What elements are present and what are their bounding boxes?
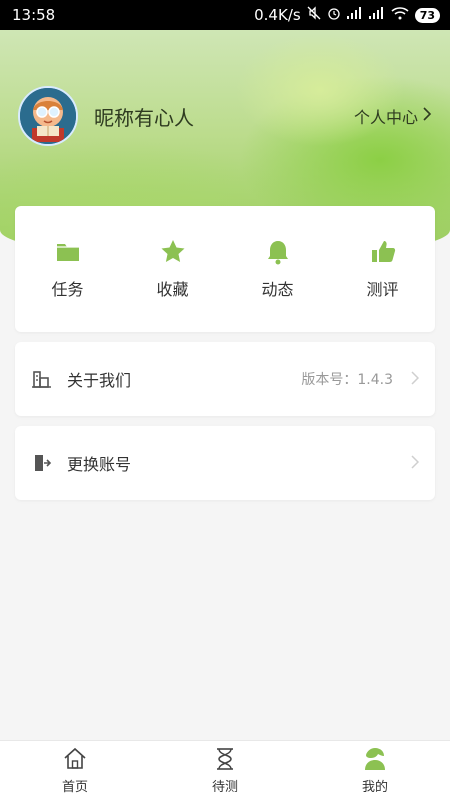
grid-item-favorites[interactable]: 收藏 [120, 238, 225, 300]
grid-item-news[interactable]: 动态 [225, 238, 330, 300]
battery-icon: 73 [414, 7, 440, 23]
exit-door-icon [35, 455, 52, 471]
mute-icon [307, 6, 321, 24]
switch-account-row[interactable]: 更换账号 [15, 426, 435, 500]
nav-label: 我的 [361, 780, 388, 795]
about-us-label: 关于我们 [67, 371, 132, 390]
nickname: 昵称有心人 [94, 105, 194, 130]
bottom-nav: 首页 待测 我的 [0, 740, 450, 800]
grid-item-label: 测评 [366, 280, 399, 299]
chevron-right-icon [422, 106, 432, 127]
nav-pending[interactable]: 待测 [150, 741, 300, 800]
building-icon [32, 371, 51, 388]
signal-icon [346, 7, 363, 23]
personal-center-label: 个人中心 [353, 108, 418, 127]
alarm-icon [327, 6, 341, 24]
wifi-icon [391, 6, 409, 24]
grid-item-label: 收藏 [156, 280, 189, 299]
star-icon [161, 240, 184, 262]
grid-item-label: 动态 [261, 280, 294, 299]
grid-item-review[interactable]: 测评 [330, 238, 435, 300]
chevron-right-icon [411, 453, 420, 474]
nav-home[interactable]: 首页 [0, 741, 150, 800]
status-icons: 0.4K/s 73 [254, 6, 440, 24]
status-time: 13:58 [12, 6, 56, 24]
status-bar: 13:58 0.4K/s 73 [0, 0, 450, 30]
net-speed: 0.4K/s [254, 6, 301, 24]
signal-icon [368, 7, 385, 23]
profile-row: 昵称有心人 个人中心 [18, 86, 432, 146]
nav-label: 待测 [211, 780, 238, 795]
home-icon [64, 747, 86, 769]
nav-label: 首页 [61, 780, 88, 795]
grid-item-task[interactable]: 任务 [15, 238, 120, 300]
user-icon [365, 748, 385, 770]
switch-account-label: 更换账号 [67, 455, 132, 474]
thumbs-up-icon [371, 241, 395, 262]
avatar[interactable] [18, 86, 78, 146]
chevron-right-icon [411, 369, 420, 390]
nav-mine[interactable]: 我的 [300, 741, 450, 800]
quick-actions-card: 任务 收藏 动态 测评 [15, 206, 435, 332]
grid-item-label: 任务 [51, 280, 84, 299]
bell-icon [267, 241, 288, 265]
about-us-row[interactable]: 关于我们 版本号：1.4.3 [15, 342, 435, 416]
hourglass-icon [217, 748, 233, 770]
version-label: 版本号：1.4.3 [301, 372, 393, 388]
avatar-kid-reading-icon [20, 88, 76, 144]
personal-center-link[interactable]: 个人中心 [354, 104, 432, 128]
folder-icon [56, 244, 79, 261]
